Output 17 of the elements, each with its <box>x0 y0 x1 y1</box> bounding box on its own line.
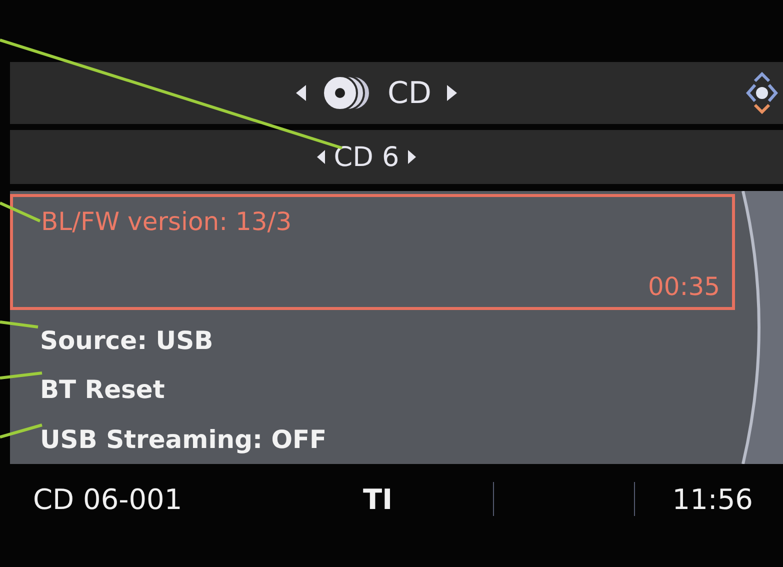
leader-line <box>0 424 42 438</box>
ti-indicator: TI <box>363 482 394 516</box>
leader-line <box>0 372 42 380</box>
leader-line <box>0 320 38 328</box>
menu-item[interactable]: USB Streaming: OFF <box>10 414 735 464</box>
leader-line <box>0 202 41 222</box>
controller-icon <box>745 69 779 117</box>
right-arrow-icon[interactable] <box>407 149 418 165</box>
menu-item[interactable]: BT Reset <box>10 365 735 415</box>
left-arrow-icon[interactable] <box>295 84 308 102</box>
disc-label: CD 6 <box>334 142 400 172</box>
clock: 11:56 <box>672 482 753 516</box>
track-number: CD 06-001 <box>33 482 184 516</box>
menu-item[interactable]: Source: USB <box>10 316 735 366</box>
left-arrow-icon[interactable] <box>316 149 326 165</box>
right-arrow-icon[interactable] <box>446 84 458 102</box>
source-label: CD <box>387 76 432 110</box>
